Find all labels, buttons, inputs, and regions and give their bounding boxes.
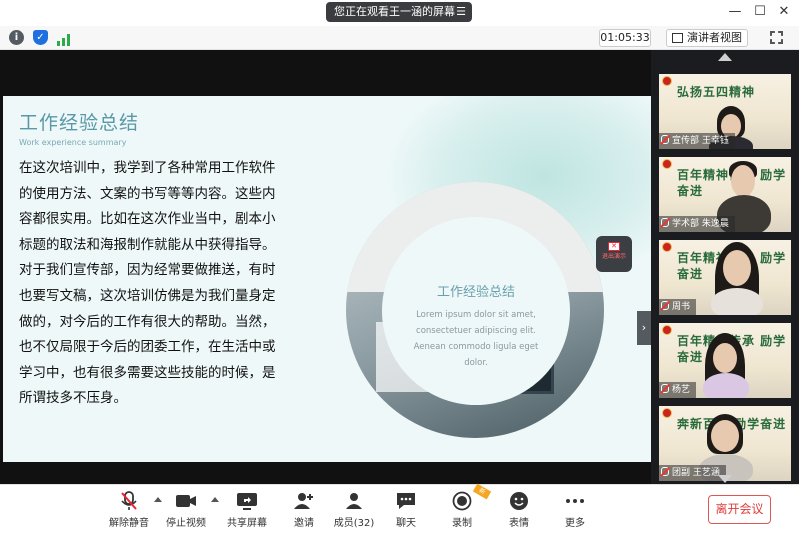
- record-button[interactable]: 录制: [437, 491, 487, 529]
- share-screen-icon: [222, 491, 272, 511]
- stop-video-label: 停止视频: [166, 518, 206, 529]
- banner-text: 弘扬五四精神: [677, 85, 756, 99]
- leave-meeting-button[interactable]: 离开会议: [708, 495, 771, 524]
- invite-user-icon: [279, 491, 329, 511]
- participant-tile[interactable]: 百年精神传承 励学奋进 周书: [659, 240, 791, 315]
- meeting-info-bar: i ✓ 01:05:33 演讲者视图: [0, 26, 799, 50]
- reactions-button[interactable]: 表情: [494, 491, 544, 529]
- record-label: 录制: [452, 518, 472, 529]
- scroll-down-icon[interactable]: [718, 475, 732, 483]
- reactions-label: 表情: [509, 518, 529, 529]
- stop-video-button[interactable]: 停止视频: [161, 491, 211, 529]
- mic-muted-icon: [661, 218, 669, 227]
- participant-name: 宣传部 王幸钰: [659, 133, 735, 149]
- signal-icon[interactable]: [57, 31, 71, 46]
- slide-paragraph: 对于我们宣传部，因为经常要做推送，有时也要写文稿，这次培训仿佛是为我们量身定做的…: [19, 262, 276, 407]
- participant-tile[interactable]: 弘扬五四精神 宣传部 王幸钰: [659, 74, 791, 149]
- invite-label: 邀请: [294, 518, 314, 529]
- share-screen-button[interactable]: 共享屏幕: [222, 491, 272, 529]
- participant-name: 周书: [659, 299, 697, 315]
- mic-muted-icon: [661, 135, 669, 144]
- meeting-toolbar: 解除静音 停止视频 共享屏幕 邀请 成员(32) 聊天 录制 新 表情 更多 离…: [0, 483, 799, 533]
- chat-icon: [381, 491, 431, 511]
- maximize-button[interactable]: ☐: [752, 4, 768, 19]
- mic-muted-icon: [661, 301, 669, 310]
- more-icon: [550, 491, 600, 511]
- screen-share-status[interactable]: 您正在观看王一涵的屏幕 ☰: [326, 2, 472, 22]
- shared-screen[interactable]: 工作经验总结 Work experience summary 在这次培训中，我学…: [0, 50, 651, 484]
- meeting-window: 您正在观看王一涵的屏幕 ☰ — ☐ ✕ i ✓ 01:05:33 演讲者视图 工…: [0, 0, 799, 533]
- grid-icon: [672, 33, 683, 43]
- members-button[interactable]: 成员(32): [329, 491, 379, 529]
- exit-presentation-button[interactable]: ✕ 退出演示: [596, 236, 632, 272]
- video-camera-icon: [161, 491, 211, 511]
- slide-title: 工作经验总结: [19, 112, 140, 134]
- invite-button[interactable]: 邀请: [279, 491, 329, 529]
- view-mode-label: 演讲者视图: [687, 31, 742, 44]
- chat-button[interactable]: 聊天: [381, 491, 431, 529]
- slide-body: 在这次培训中，我学到了各种常用工作软件的使用方法、文案的书写等等内容。这些内容都…: [19, 156, 287, 412]
- meeting-timer: 01:05:33: [599, 29, 651, 47]
- shield-icon[interactable]: ✓: [33, 30, 48, 45]
- chat-label: 聊天: [396, 518, 416, 529]
- close-icon: ✕: [608, 242, 620, 251]
- more-label: 更多: [565, 518, 585, 529]
- more-button[interactable]: 更多: [550, 491, 600, 529]
- fullscreen-icon[interactable]: [770, 31, 783, 44]
- unmute-label: 解除静音: [109, 518, 149, 529]
- share-status-text: 您正在观看王一涵的屏幕: [334, 5, 455, 18]
- minimize-button[interactable]: —: [727, 4, 743, 19]
- participant-name: 杨艺: [659, 382, 697, 398]
- circle-title: 工作经验总结: [436, 285, 515, 300]
- close-button[interactable]: ✕: [776, 4, 792, 19]
- menu-icon[interactable]: ☰: [456, 2, 466, 22]
- mic-muted-icon: [661, 384, 669, 393]
- slide-subtitle: Work experience summary: [19, 138, 127, 147]
- members-label: 成员(32): [333, 518, 375, 529]
- info-icon[interactable]: i: [9, 30, 24, 45]
- unmute-button[interactable]: 解除静音: [104, 491, 154, 529]
- share-screen-label: 共享屏幕: [227, 518, 267, 529]
- participant-tile[interactable]: 百年精神传承 励学奋进 杨艺: [659, 323, 791, 398]
- title-bar: 您正在观看王一涵的屏幕 ☰ — ☐ ✕: [0, 0, 799, 26]
- participant-tile[interactable]: 百年精神传承 励学奋进 学术部 朱逸晨: [659, 157, 791, 232]
- members-icon: [329, 491, 379, 511]
- participant-name: 团副 王艺涵: [659, 465, 726, 481]
- slide-paragraph: 在这次培训中，我学到了各种常用工作软件的使用方法、文案的书写等等内容。这些内容都…: [19, 160, 276, 253]
- presentation-slide: 工作经验总结 Work experience summary 在这次培训中，我学…: [3, 96, 651, 462]
- mic-muted-icon: [661, 467, 669, 476]
- participant-gallery: 弘扬五四精神 宣传部 王幸钰 百年精神传承 励学奋进 学术部 朱逸晨 百年精神传…: [651, 50, 799, 484]
- circle-text-panel: 工作经验总结 Lorem ipsum dolor sit amet, conse…: [382, 217, 570, 405]
- exit-presentation-label: 退出演示: [601, 253, 626, 260]
- participant-tile[interactable]: 奔新百年 励学奋进 团副 王艺涵: [659, 406, 791, 481]
- participant-name: 学术部 朱逸晨: [659, 216, 735, 232]
- circle-text: Lorem ipsum dolor sit amet, consectetuer…: [413, 310, 539, 368]
- chevron-right-icon[interactable]: ›: [637, 311, 651, 345]
- mic-muted-icon: [104, 491, 154, 511]
- emoji-icon: [494, 491, 544, 511]
- scroll-up-icon[interactable]: [718, 53, 732, 61]
- view-mode-button[interactable]: 演讲者视图: [666, 29, 748, 47]
- video-options-icon[interactable]: [211, 497, 219, 502]
